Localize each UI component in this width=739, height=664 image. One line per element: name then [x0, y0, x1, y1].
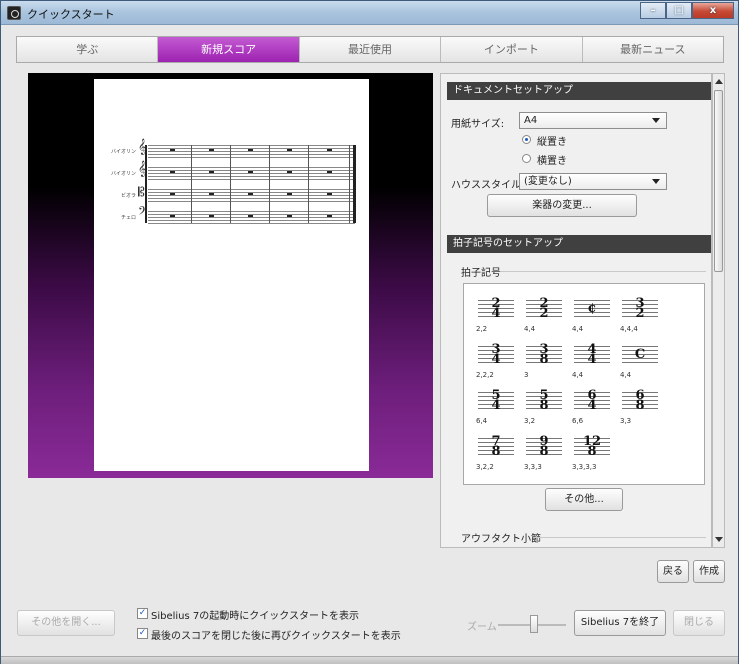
landscape-label: 横置き	[537, 156, 567, 167]
barline	[230, 145, 231, 223]
show-after-close-checkbox[interactable]: ✓	[137, 628, 148, 639]
time-signature-3-8[interactable]: 3 8 3	[524, 343, 564, 380]
score-page: バイオリン バイオリン ビオラ チェロ 𝄞 𝄞 𝄡 𝄢	[94, 79, 369, 471]
setup-panel-scrollbar[interactable]	[712, 73, 725, 548]
staff-cello: 𝄢	[138, 205, 355, 224]
time-signature-group-label: 拍子記号	[461, 268, 501, 279]
staff-label-violin-2: バイオリン	[110, 171, 136, 177]
staff-violin-2: 𝄞	[138, 161, 355, 180]
time-signature-cut-time[interactable]: ¢ 4,4	[572, 298, 612, 334]
create-button[interactable]: 作成	[693, 560, 725, 583]
minimize-icon[interactable]: –	[640, 2, 666, 19]
setup-panel: ドキュメントセットアップ 用紙サイズ: A4 縦置き 横置き ハウススタイル (…	[440, 73, 712, 548]
scroll-thumb[interactable]	[714, 90, 723, 272]
time-signature-2-2[interactable]: 2 2 4,4	[524, 297, 564, 334]
open-other-button[interactable]: その他を開く...	[17, 610, 115, 636]
staff-violin-1: 𝄞	[138, 139, 355, 158]
barline	[191, 145, 192, 223]
tab-new-score[interactable]: 新規スコア	[158, 37, 300, 62]
treble-clef-icon: 𝄞	[138, 139, 147, 155]
quickstart-window: クイックスタート – □ x 学ぶ 新規スコア 最近使用 インポート 最新ニュー…	[0, 0, 739, 664]
staff-label-violin-1: バイオリン	[110, 149, 136, 155]
barline	[269, 145, 270, 223]
treble-clef-icon: 𝄞	[138, 161, 147, 177]
time-signature-5-8[interactable]: 5 8 3,2	[524, 389, 564, 426]
tab-bar: 学ぶ 新規スコア 最近使用 インポート 最新ニュース	[16, 36, 724, 63]
bass-clef-icon: 𝄢	[138, 205, 148, 221]
title-bar: クイックスタート – □ x	[1, 1, 738, 25]
alto-clef-icon: 𝄡	[138, 185, 145, 199]
paper-size-label: 用紙サイズ:	[451, 119, 505, 130]
close-icon[interactable]: x	[692, 2, 734, 19]
time-signature-12-8[interactable]: 12 8 3,3,3,3	[572, 435, 612, 472]
staff-viola: 𝄡	[138, 185, 355, 202]
back-button[interactable]: 戻る	[657, 560, 689, 583]
zoom-slider-thumb[interactable]	[530, 615, 538, 633]
tab-learn[interactable]: 学ぶ	[17, 37, 159, 62]
scroll-up-icon[interactable]	[715, 79, 723, 84]
staff-label-viola: ビオラ	[120, 193, 136, 199]
dropdown-arrow-icon	[652, 118, 660, 123]
time-signature-6-4[interactable]: 6 4 6,6	[572, 389, 612, 426]
paper-size-select[interactable]: A4	[519, 112, 667, 129]
quit-sibelius-button[interactable]: Sibelius 7を終了	[574, 610, 666, 636]
time-signature-4-4[interactable]: 4 4 4,4	[572, 343, 612, 380]
tab-latest-news[interactable]: 最新ニュース	[583, 37, 723, 62]
document-setup-header: ドキュメントセットアップ	[447, 82, 711, 100]
house-style-select[interactable]: (変更なし)	[519, 173, 667, 190]
window-controls: – □ x	[640, 2, 734, 19]
other-time-signature-button[interactable]: その他...	[545, 488, 623, 511]
show-after-close-label: 最後のスコアを閉じた後に再びクイックスタートを表示	[151, 631, 401, 642]
time-signature-3-4[interactable]: 3 4 2,2,2	[476, 343, 516, 380]
dropdown-arrow-icon	[652, 179, 660, 184]
time-signature-5-4[interactable]: 5 4 6,4	[476, 389, 516, 426]
staff-label-cello: チェロ	[120, 215, 136, 221]
landscape-radio[interactable]	[522, 154, 531, 163]
time-signature-common-time[interactable]: C 4,4	[620, 344, 660, 380]
portrait-label: 縦置き	[537, 137, 567, 148]
time-signature-grid: 2 4 2,2 2 2 4,4 ¢ 4,4 3 2 4,4,4 3 4 2,2,…	[463, 283, 705, 485]
bottom-edge	[1, 656, 738, 664]
time-signature-7-8[interactable]: 7 8 3,2,2	[476, 435, 516, 472]
close-button[interactable]: 閉じる	[673, 610, 725, 636]
time-signature-3-2[interactable]: 3 2 4,4,4	[620, 297, 660, 334]
show-on-startup-checkbox[interactable]: ✓	[137, 608, 148, 619]
tab-recent[interactable]: 最近使用	[300, 37, 442, 62]
barline	[349, 145, 350, 223]
zoom-label: ズーム	[467, 622, 497, 633]
portrait-radio[interactable]	[522, 135, 531, 144]
time-signature-9-8[interactable]: 9 8 3,3,3	[524, 435, 564, 472]
time-signature-2-4[interactable]: 2 4 2,2	[476, 297, 516, 334]
show-on-startup-label: Sibelius 7の起動時にクイックスタートを表示	[151, 611, 359, 622]
scroll-down-icon[interactable]	[715, 537, 723, 542]
tab-import[interactable]: インポート	[441, 37, 583, 62]
time-signature-6-8[interactable]: 6 8 3,3	[620, 389, 660, 426]
window-title: クイックスタート	[27, 8, 115, 21]
final-barline	[353, 145, 356, 223]
maximize-icon[interactable]: □	[666, 2, 692, 19]
score-preview: バイオリン バイオリン ビオラ チェロ 𝄞 𝄞 𝄡 𝄢	[28, 73, 433, 478]
time-signature-setup-header: 拍子記号のセットアップ	[447, 235, 711, 253]
barline	[308, 145, 309, 223]
house-style-label: ハウススタイル	[451, 180, 521, 191]
sibelius-app-icon	[7, 6, 21, 20]
change-instruments-button[interactable]: 楽器の変更...	[487, 194, 637, 217]
pickup-bar-group-label: アウフタクト小節	[461, 534, 541, 545]
